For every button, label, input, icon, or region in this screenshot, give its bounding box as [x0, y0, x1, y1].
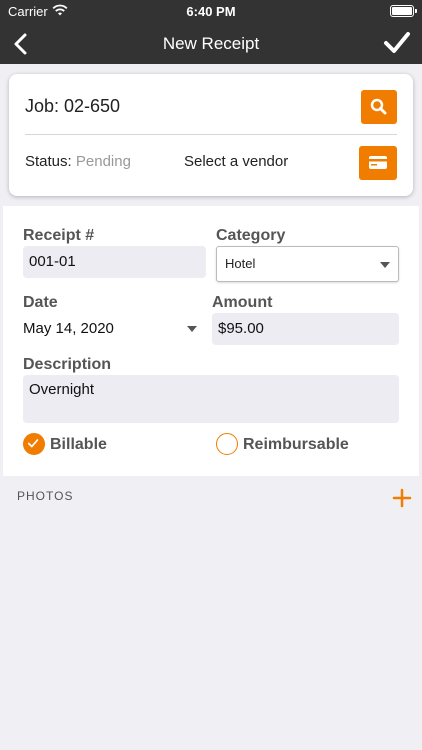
description-field[interactable]: Overnight [23, 375, 399, 423]
battery-icon [390, 5, 417, 17]
receipt-number-label: Receipt # [23, 227, 95, 244]
chevron-down-icon [187, 326, 197, 332]
photos-section-label: PHOTOS [17, 489, 74, 503]
category-label: Category [216, 227, 286, 244]
amount-label: Amount [212, 294, 273, 311]
date-value: May 14, 2020 [23, 320, 114, 337]
status-prefix: Status: [25, 153, 72, 170]
job-label: Job: 02-650 [25, 96, 121, 116]
checkbox-checked-icon [23, 433, 45, 455]
select-vendor-link[interactable]: Select a vendor [184, 153, 288, 170]
description-label: Description [23, 356, 112, 373]
status-time: 6:40 PM [186, 4, 236, 19]
billable-checkbox[interactable]: Billable [23, 433, 143, 457]
status-line: Status: Pending [25, 153, 131, 170]
checkmark-icon[interactable] [382, 28, 412, 58]
chevron-down-icon [380, 262, 390, 268]
status-bar: Carrier 6:40 PM [0, 0, 422, 22]
amount-field[interactable]: $95.00 [212, 313, 399, 345]
credit-card-icon [369, 156, 387, 169]
page-title: New Receipt [162, 34, 260, 53]
date-picker[interactable]: May 14, 2020 [23, 313, 203, 345]
navigation-bar: Carrier 6:40 PM New Receipt [0, 0, 422, 64]
job-card: Job: 02-650 Status: Pending Select a ven… [9, 74, 413, 196]
reimbursable-label: Reimbursable [243, 436, 349, 453]
receipt-form: Receipt # 001-01 Category Hotel Date May… [3, 206, 419, 476]
billable-label: Billable [50, 436, 107, 453]
category-select[interactable]: Hotel [216, 246, 399, 282]
receipt-number-field[interactable]: 001-01 [23, 246, 206, 278]
status-value: Pending [75, 153, 131, 170]
search-icon [370, 98, 387, 115]
date-label: Date [23, 294, 58, 311]
category-value: Hotel [225, 256, 256, 271]
divider [25, 134, 397, 135]
search-job-button[interactable] [361, 90, 397, 124]
reimbursable-checkbox[interactable]: Reimbursable [216, 433, 376, 457]
checkbox-unchecked-icon [216, 433, 238, 455]
vendor-card-button[interactable] [359, 146, 397, 180]
add-photo-icon[interactable] [392, 488, 412, 508]
